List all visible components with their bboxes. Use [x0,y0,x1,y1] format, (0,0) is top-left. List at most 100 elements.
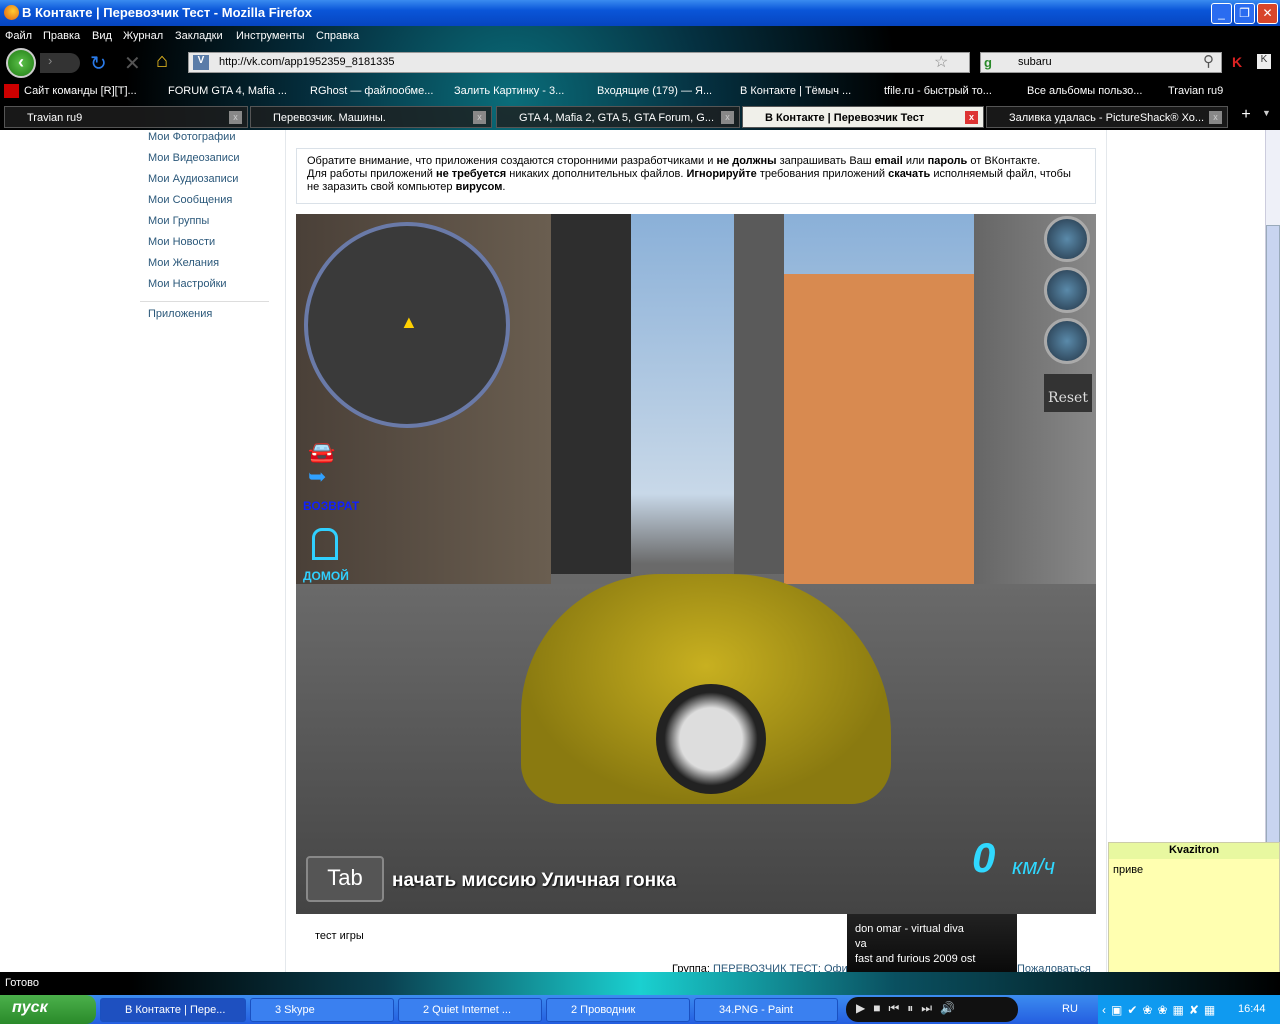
bookmark-item[interactable]: Сайт команды [R][T]... [24,85,137,97]
fullscreen-icon[interactable] [1044,216,1090,262]
status-text: Готово [5,977,39,989]
tab-close-icon[interactable]: x [721,111,734,124]
bookmark-item[interactable]: RGhost — файлообме... [310,85,433,97]
building-orange [784,274,974,594]
tab-key-hint: Tab [306,856,384,902]
garage-icon[interactable] [312,528,338,560]
stop-icon[interactable]: ✕ [124,51,141,76]
close-button[interactable]: ✕ [1257,3,1278,24]
tray-icons[interactable]: ‹▣✔❀❀▦✘▦ [1102,1003,1220,1017]
taskbar-explorer[interactable]: 2 Проводник [546,998,690,1022]
tab-close-icon[interactable]: x [965,111,978,124]
tab-travian[interactable]: Travian ru9 x [4,106,248,128]
bookmark-item[interactable]: Залить Картинку - 3... [454,85,564,97]
left-sidebar: Мои Фотографии Мои Видеозаписи Мои Аудио… [140,131,269,329]
graphics-quality-icon[interactable] [1044,267,1090,313]
vk-site-icon: V [193,55,209,70]
kaspersky-icon[interactable]: K [1232,54,1242,70]
google-icon[interactable]: g [984,55,992,70]
building-dark [551,214,631,574]
search-magnifier-icon[interactable]: ⚲ [1203,52,1214,70]
car-wheel [656,684,766,794]
sidebar-item-wishes[interactable]: Мои Желания [148,257,261,278]
building-grey [734,214,784,574]
tab-close-icon[interactable]: x [229,111,242,124]
tab-label: В Контакте | Перевозчик Тест [765,112,925,124]
apps-warning-notice: Обратите внимание, что приложения создаю… [296,148,1096,204]
menu-view[interactable]: Вид [92,30,112,42]
sidebar-item-videos[interactable]: Мои Видеозаписи [148,152,261,173]
minimize-button[interactable]: _ [1211,3,1232,24]
title-bar: В Контакте | Перевозчик Тест - Mozilla F… [0,0,1280,26]
bookmark-item[interactable]: Travian ru9 [1168,85,1223,97]
tab-label: Перевозчик. Машины. [273,112,386,124]
player-arrow-icon: ▲ [400,312,418,332]
tab-close-icon[interactable]: x [1209,111,1222,124]
tab-list-button[interactable]: ▼ [1262,108,1271,118]
track-album: fast and furious 2009 ost [855,953,976,965]
search-text: subaru [1018,56,1052,68]
sidebar-item-groups[interactable]: Мои Группы [148,215,261,236]
menu-help[interactable]: Справка [316,30,359,42]
track-title: don omar - virtual diva [855,923,964,935]
tab-gta-forum[interactable]: GTA 4, Mafia 2, GTA 5, GTA Forum, G... x [496,106,740,128]
tab-close-icon[interactable]: x [473,111,486,124]
tab-label: Заливка удалась - PictureShack® Хо... [1009,112,1205,124]
bookmark-star-icon[interactable]: ☆ [934,52,948,72]
clock: 16:44 [1238,1003,1266,1015]
sidebar-item-settings[interactable]: Мои Настройки [148,278,261,299]
track-artist: va [855,938,867,950]
sidebar-item-photos[interactable]: Мои Фотографии [148,131,261,152]
menu-edit[interactable]: Правка [43,30,80,42]
reload-icon[interactable]: ↻ [90,51,107,76]
back-button[interactable]: ‹ [6,48,36,78]
start-button[interactable]: пуск [0,995,96,1024]
home-icon[interactable]: ⌂ [156,50,168,73]
firefox-icon [4,5,19,20]
bookmark-item[interactable]: tfile.ru - быстрый то... [884,85,992,97]
search-input[interactable]: subaru [980,52,1222,73]
menu-file[interactable]: Файл [5,30,32,42]
menu-tools[interactable]: Инструменты [236,30,305,42]
app-caption: тест игры [315,930,364,942]
tab-label: Travian ru9 [27,112,83,124]
tab-pictureshack[interactable]: Заливка удалась - PictureShack® Хо... x [986,106,1228,128]
tab-perevozchik-cars[interactable]: Перевозчик. Машины. x [250,106,492,128]
car-icon[interactable]: 🚘 [308,440,335,466]
sidebar-item-messages[interactable]: Мои Сообщения [148,194,261,215]
addon-k-icon[interactable]: K [1257,54,1271,69]
sidebar-item-news[interactable]: Мои Новости [148,236,261,257]
tab-vk-active[interactable]: В Контакте | Перевозчик Тест x [742,106,984,128]
taskbar-qip[interactable]: 2 Quiet Internet ... [398,998,542,1022]
speedometer-unit: км/ч [1012,854,1055,879]
bookmark-item[interactable]: FORUM GTA 4, Mafia ... [168,85,287,97]
language-indicator[interactable]: RU [1062,1003,1078,1015]
return-label[interactable]: ВОЗВРАТ [303,499,359,513]
game-viewport[interactable]: ▲ 🚘 ➥ ВОЗВРАТ ДОМОЙ Reset Tab начать мис… [296,214,1096,914]
sidebar-item-apps[interactable]: Приложения [148,308,261,329]
menu-bookmarks[interactable]: Закладки [175,30,223,42]
return-arrow-icon[interactable]: ➥ [308,464,326,490]
url-text: http://vk.com/app1952359_8181335 [219,56,395,68]
bookmark-item[interactable]: Все альбомы пользо... [1027,85,1142,97]
maximize-button[interactable]: ❐ [1234,3,1255,24]
window-title: В Контакте | Перевозчик Тест - Mozilla F… [22,5,313,20]
taskbar-paint[interactable]: 34.PNG - Paint [694,998,838,1022]
menu-history[interactable]: Журнал [123,30,163,42]
bookmark-item[interactable]: В Контакте | Тёмыч ... [740,85,851,97]
home-label[interactable]: ДОМОЙ [303,569,349,583]
sidebar-item-audio[interactable]: Мои Аудиозаписи [148,173,261,194]
taskbar-skype[interactable]: 3 Skype [250,998,394,1022]
new-tab-button[interactable]: + [1234,106,1258,128]
sound-icon[interactable] [1044,318,1090,364]
media-player-controls[interactable]: ▶■⏮⏸⏭🔊 [846,997,1018,1022]
url-bar[interactable]: http://vk.com/app1952359_8181335 [188,52,970,73]
reset-button[interactable]: Reset [1044,374,1092,412]
taskbar-firefox[interactable]: В Контакте | Пере... [100,998,246,1022]
forward-button[interactable]: › [40,53,80,73]
chat-contact-name: Kvazitron [1109,843,1279,859]
speedometer-value: 0 [972,834,996,881]
bookmark-item[interactable]: Входящие (179) — Я... [597,85,712,97]
tab-label: GTA 4, Mafia 2, GTA 5, GTA Forum, G... [519,112,714,124]
sidebar-divider [140,301,269,302]
